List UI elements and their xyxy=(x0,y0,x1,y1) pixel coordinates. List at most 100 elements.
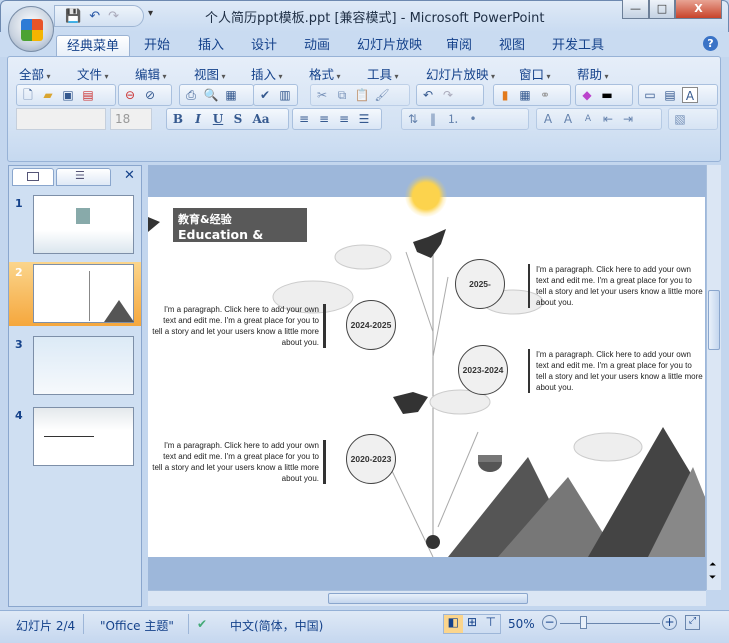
print-icon[interactable]: ⎙ xyxy=(183,87,199,103)
undo-icon[interactable]: ↶ xyxy=(420,87,436,103)
theme-name[interactable]: "Office 主题" xyxy=(100,617,174,634)
shrink-font-icon[interactable]: A xyxy=(580,111,596,127)
new-slide-icon[interactable]: ▭ xyxy=(642,87,658,103)
layout-icon[interactable]: ▤ xyxy=(662,87,678,103)
align-center-icon[interactable]: ≡ xyxy=(316,111,332,127)
close-pane-button[interactable]: ✕ xyxy=(124,168,135,183)
menu-tools[interactable]: 工具 xyxy=(367,64,399,83)
line-spacing-icon[interactable]: ‖ xyxy=(425,111,441,127)
tab-review[interactable]: 审阅 xyxy=(446,35,472,57)
close-button[interactable]: X xyxy=(675,0,722,19)
maximize-button[interactable]: □ xyxy=(649,0,675,19)
decrease-indent-icon[interactable]: ⇤ xyxy=(600,111,616,127)
research-icon[interactable]: ▥ xyxy=(277,87,293,103)
minimize-button[interactable]: — xyxy=(622,0,649,19)
menu-help[interactable]: 帮助 xyxy=(577,64,609,83)
tab-slides[interactable] xyxy=(12,168,54,186)
fit-to-window-icon[interactable]: ⤢ xyxy=(685,615,700,630)
horizontal-scroll-thumb[interactable] xyxy=(328,593,528,604)
tab-home[interactable]: 开始 xyxy=(144,35,170,57)
email-icon[interactable]: ⊖ xyxy=(122,87,138,103)
zoom-slider-thumb[interactable] xyxy=(580,616,587,629)
shadow-button[interactable]: S xyxy=(230,111,246,127)
format-painter-icon[interactable]: 🖌 xyxy=(374,87,390,103)
menu-file[interactable]: 文件 xyxy=(77,64,109,83)
tab-slideshow[interactable]: 幻灯片放映 xyxy=(357,35,422,57)
year-bubble-2024-2025[interactable]: 2024-2025 xyxy=(346,300,396,350)
menu-window[interactable]: 窗口 xyxy=(519,64,551,83)
attach-icon[interactable]: ⊘ xyxy=(142,87,158,103)
grow-font-icon[interactable]: A xyxy=(560,111,576,127)
year-bubble-2025[interactable]: 2025- xyxy=(455,259,505,309)
menu-slideshow[interactable]: 幻灯片放映 xyxy=(426,64,495,83)
office-button[interactable] xyxy=(8,6,54,52)
save-icon[interactable]: ▣ xyxy=(60,87,76,103)
menu-view[interactable]: 视图 xyxy=(194,64,226,83)
menu-edit[interactable]: 编辑 xyxy=(135,64,167,83)
textbox-icon[interactable]: A xyxy=(682,87,698,103)
horizontal-scrollbar[interactable] xyxy=(148,590,706,606)
new-icon[interactable]: 🗋 xyxy=(20,87,36,103)
hyperlink-icon[interactable]: ⚭ xyxy=(537,87,553,103)
align-left-icon[interactable]: ≡ xyxy=(296,111,312,127)
open-icon[interactable]: ▰ xyxy=(40,87,56,103)
spellcheck-icon[interactable]: ✔ xyxy=(197,617,207,631)
vertical-scrollbar[interactable]: ⏶ ⏷ xyxy=(706,165,721,590)
slide-sorter-view-icon[interactable]: ⊞ xyxy=(463,615,482,633)
zoom-level[interactable]: 50% xyxy=(508,617,535,631)
redo-icon[interactable]: ↷ xyxy=(440,87,456,103)
grayscale-icon[interactable]: ▬ xyxy=(599,87,615,103)
slide-thumbnail-3[interactable]: 3 xyxy=(9,334,141,398)
align-right-icon[interactable]: ≡ xyxy=(336,111,352,127)
tab-view[interactable]: 视图 xyxy=(499,35,525,57)
font-color-icon[interactable]: A xyxy=(540,111,556,127)
slideshow-view-icon[interactable]: ⊤ xyxy=(481,615,500,633)
chart-icon[interactable]: ▮ xyxy=(497,87,513,103)
entry-text-2023-2024[interactable]: I'm a paragraph. Click here to add your … xyxy=(528,349,703,393)
vertical-scroll-thumb[interactable] xyxy=(708,290,720,350)
tab-design[interactable]: 设计 xyxy=(251,35,277,57)
font-size-select[interactable]: 18 xyxy=(110,108,152,130)
zoom-out-button[interactable]: − xyxy=(542,615,557,630)
entry-text-2025[interactable]: I'm a paragraph. Click here to add your … xyxy=(528,264,703,308)
customize-qat-button[interactable]: ▾ xyxy=(148,8,153,19)
paste-icon[interactable]: 📋 xyxy=(354,87,370,103)
previous-slide-icon[interactable]: ⏶ xyxy=(709,560,716,570)
year-bubble-2020-2023[interactable]: 2020-2023 xyxy=(346,434,396,484)
design-icon[interactable]: ▧ xyxy=(672,111,688,127)
redo-icon[interactable]: ↷ xyxy=(108,9,119,24)
entry-text-2020-2023[interactable]: I'm a paragraph. Click here to add your … xyxy=(151,440,326,484)
grid-icon[interactable]: ▦ xyxy=(223,87,239,103)
justify-icon[interactable]: ☰ xyxy=(356,111,372,127)
spelling-icon[interactable]: ✔ xyxy=(257,87,273,103)
entry-text-2024-2025[interactable]: I'm a paragraph. Click here to add your … xyxy=(151,304,326,348)
italic-button[interactable]: I xyxy=(190,111,206,127)
normal-view-icon[interactable]: ◧ xyxy=(444,615,463,633)
permission-icon[interactable]: ▤ xyxy=(80,87,96,103)
menu-format[interactable]: 格式 xyxy=(309,64,341,83)
copy-icon[interactable]: ⧉ xyxy=(334,87,350,103)
menu-insert[interactable]: 插入 xyxy=(251,64,283,83)
slide-thumbnail-4[interactable]: 4 xyxy=(9,405,141,469)
slide-thumbnail-2[interactable]: 2 xyxy=(9,262,141,326)
font-name-select[interactable] xyxy=(16,108,106,130)
print-preview-icon[interactable]: 🔍 xyxy=(203,87,219,103)
save-icon[interactable]: 💾 xyxy=(65,9,81,24)
slide-thumbnail-1[interactable]: 1 xyxy=(9,193,141,257)
menu-all[interactable]: 全部 xyxy=(19,64,51,83)
bold-button[interactable]: B xyxy=(170,111,186,127)
underline-button[interactable]: U xyxy=(210,111,226,127)
color-scheme-icon[interactable]: ◆ xyxy=(579,87,595,103)
tab-classic-menu[interactable]: 经典菜单 xyxy=(56,35,131,57)
numbering-icon[interactable]: ⒈ xyxy=(445,111,461,127)
tab-animation[interactable]: 动画 xyxy=(304,35,330,57)
tab-developer[interactable]: 开发工具 xyxy=(552,35,604,57)
year-bubble-2023-2024[interactable]: 2023-2024 xyxy=(458,345,508,395)
text-direction-icon[interactable]: ⇅ xyxy=(405,111,421,127)
next-slide-icon[interactable]: ⏷ xyxy=(709,573,716,583)
tab-outline[interactable]: ☰ xyxy=(56,168,111,186)
change-case-button[interactable]: Aa xyxy=(250,111,272,127)
table-icon[interactable]: ▦ xyxy=(517,87,533,103)
cut-icon[interactable]: ✂ xyxy=(314,87,330,103)
language-indicator[interactable]: 中文(简体，中国) xyxy=(230,617,323,634)
